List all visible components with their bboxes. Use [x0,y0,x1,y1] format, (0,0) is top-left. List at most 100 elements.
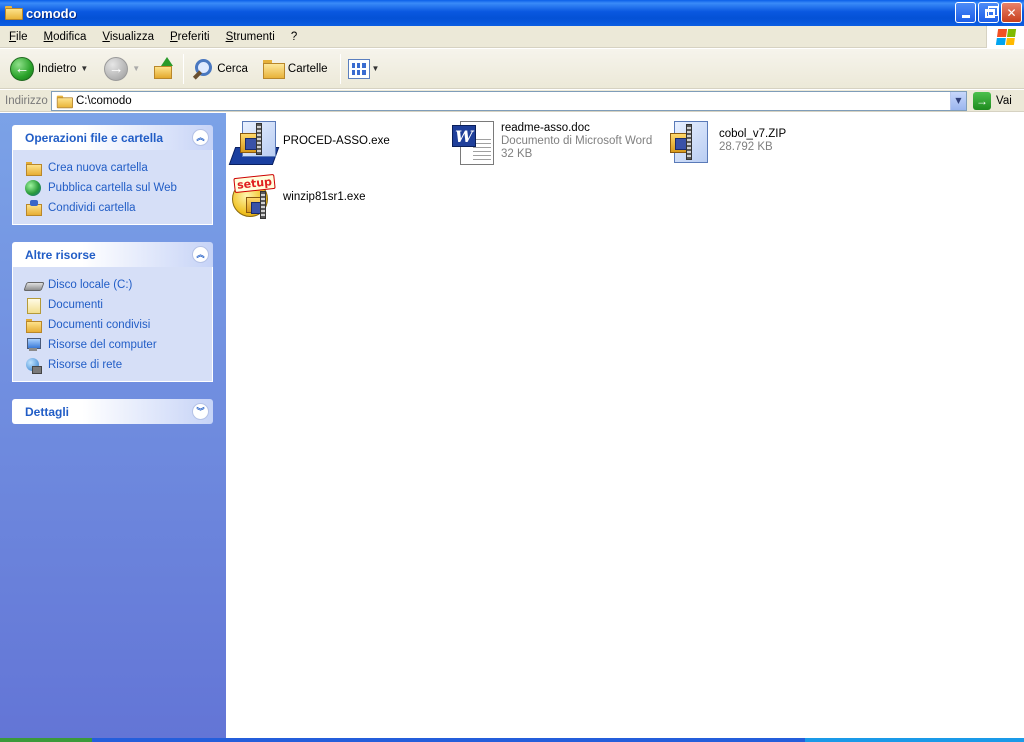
file-tasks-panel: Operazioni file e cartella ︽ Crea nuova … [12,125,213,225]
file-name: cobol_v7.ZIP [719,128,787,140]
place-label: Disco locale (C:) [48,279,133,291]
hard-disk-icon [25,277,41,293]
other-places-title: Altre risorse [25,247,96,262]
task-label: Condividi cartella [48,202,136,214]
details-panel: Dettagli ︾ [12,399,213,424]
window-controls: ✕ [955,2,1022,23]
new-folder-icon [25,160,42,176]
file-size: 32 KB [501,148,533,160]
forward-button[interactable]: → ▼ [100,52,144,86]
collapse-chevron-icon[interactable]: ︽ [192,246,209,263]
file-tasks-header[interactable]: Operazioni file e cartella ︽ [12,125,213,150]
details-header[interactable]: Dettagli ︾ [12,399,213,424]
menu-file[interactable]: File [0,31,36,43]
views-icon [347,58,370,79]
setup-icon: setup [230,173,278,223]
place-label: Risorse di rete [48,359,123,371]
zip-archive-icon [666,119,714,167]
web-publish-icon [25,180,41,196]
restore-button[interactable] [978,2,999,23]
place-documents[interactable]: Documenti [25,295,212,315]
file-type: Documento di Microsoft Word [501,135,653,147]
place-network[interactable]: Risorse di rete [25,355,212,375]
windows-flag-icon [995,29,1016,45]
file-name: winzip81sr1.exe [283,191,366,203]
menu-help[interactable]: ? [283,31,305,43]
word-document-icon: W [448,119,496,167]
file-item[interactable]: setup winzip81sr1.exe [230,173,366,223]
address-input[interactable] [76,94,946,107]
folder-icon [5,6,23,20]
search-button[interactable]: Cerca [187,52,252,86]
details-title: Dettagli [25,404,70,419]
file-name: PROCED-ASSO.exe [283,135,390,147]
task-publish-web[interactable]: Pubblica cartella sul Web [25,178,212,198]
menu-strumenti[interactable]: Strumenti [218,31,283,43]
expand-chevron-icon[interactable]: ︾ [192,403,209,420]
documents-icon [25,297,41,314]
up-folder-icon [152,56,176,81]
file-list-view[interactable]: PROCED-ASSO.exe W readme-asso.doc Docume… [226,113,1024,738]
task-pane: Operazioni file e cartella ︽ Crea nuova … [0,113,226,738]
folders-icon [262,59,285,79]
close-button[interactable]: ✕ [1001,2,1022,23]
up-folder-button[interactable] [148,52,180,86]
file-tasks-body: Crea nuova cartella Pubblica cartella su… [12,150,213,225]
minimize-icon [961,15,970,18]
other-places-header[interactable]: Altre risorse ︽ [12,242,213,267]
forward-dropdown-icon[interactable]: ▼ [132,64,140,73]
address-field[interactable]: ▼ [51,90,967,111]
network-icon [25,357,42,374]
menu-modifica[interactable]: Modifica [36,31,95,43]
restore-icon [984,6,998,18]
close-icon: ✕ [1006,5,1017,20]
menu-preferiti[interactable]: Preferiti [162,31,218,43]
place-shared-documents[interactable]: Documenti condivisi [25,315,212,335]
task-new-folder[interactable]: Crea nuova cartella [25,158,212,178]
place-my-computer[interactable]: Risorse del computer [25,335,212,355]
back-arrow-icon: ← [10,56,34,81]
menu-visualizza[interactable]: Visualizza [94,31,162,43]
file-tasks-title: Operazioni file e cartella [25,130,164,145]
place-label: Documenti [48,299,103,311]
back-button[interactable]: ← Indietro ▼ [6,52,92,86]
search-label: Cerca [217,62,248,75]
task-label: Pubblica cartella sul Web [48,182,177,194]
file-name: readme-asso.doc [501,122,590,134]
title-bar[interactable]: comodo ✕ [0,0,1024,26]
place-label: Risorse del computer [48,339,157,351]
computer-icon [25,337,41,353]
task-share-folder[interactable]: Condividi cartella [25,198,212,218]
go-button[interactable]: → Vai [973,91,1012,110]
go-arrow-icon: → [973,91,991,110]
back-dropdown-icon[interactable]: ▼ [80,64,88,73]
zip-exe-icon [228,121,280,169]
toolbar-separator [183,53,185,84]
share-folder-icon [25,200,42,216]
place-local-disk[interactable]: Disco locale (C:) [25,275,212,295]
search-icon [191,58,213,80]
address-label: Indirizzo [5,94,48,107]
forward-arrow-icon: → [104,56,129,81]
other-places-panel: Altre risorse ︽ Disco locale (C:) Docume… [12,242,213,382]
go-label: Vai [996,94,1012,107]
back-label: Indietro [38,62,77,75]
other-places-body: Disco locale (C:) Documenti Documenti co… [12,267,213,382]
views-dropdown-icon[interactable]: ▼ [372,64,380,73]
address-bar: Indirizzo ▼ → Vai [0,90,1024,112]
shared-documents-icon [25,317,42,333]
file-size: 28.792 KB [719,141,773,153]
file-item[interactable]: PROCED-ASSO.exe [228,121,390,169]
folders-label: Cartelle [287,62,328,75]
place-label: Documenti condivisi [48,319,151,331]
task-label: Crea nuova cartella [48,162,148,174]
address-dropdown-button[interactable]: ▼ [950,91,966,110]
window-title: comodo [26,5,77,21]
views-button[interactable]: ▼ [344,52,384,86]
file-item[interactable]: cobol_v7.ZIP 28.792 KB [666,119,786,167]
minimize-button[interactable] [955,2,976,23]
toolbar-separator [339,53,341,84]
collapse-chevron-icon[interactable]: ︽ [192,129,209,146]
file-item[interactable]: W readme-asso.doc Documento di Microsoft… [448,119,652,167]
folders-button[interactable]: Cartelle [258,52,332,86]
